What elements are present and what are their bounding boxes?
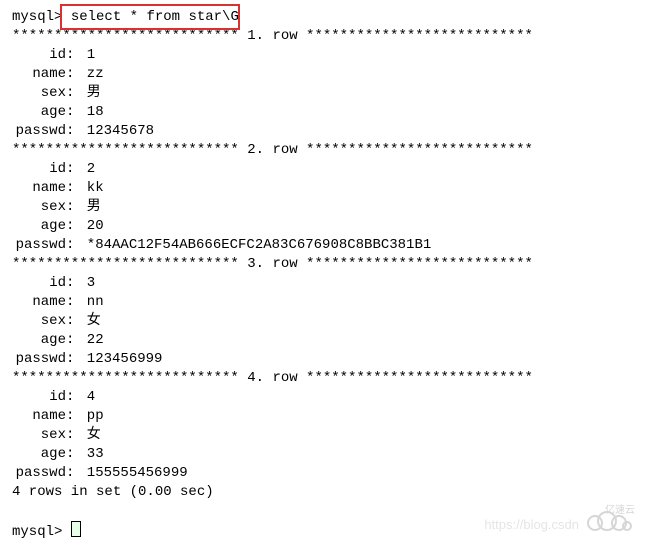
field-value: 20 [78,218,103,234]
colon: : [66,446,78,462]
field-value: nn [78,294,103,310]
field-key: age [12,217,66,236]
field-value: 3 [78,275,95,291]
field-value: 2 [78,161,95,177]
result-field: id: 2 [12,160,637,179]
field-key: id [12,160,66,179]
result-field: sex: 女 [12,426,637,445]
result-field: id: 3 [12,274,637,293]
result-field: id: 1 [12,46,637,65]
field-key: name [12,407,66,426]
field-key: id [12,388,66,407]
brand-logo-text: 亿速云 [605,501,635,520]
colon: : [66,237,78,253]
field-key: sex [12,84,66,103]
field-key: name [12,179,66,198]
colon: : [66,465,78,481]
field-key: id [12,274,66,293]
colon: : [66,408,78,424]
field-key: age [12,103,66,122]
colon: : [66,85,78,101]
colon: : [66,389,78,405]
field-value: zz [78,66,103,82]
colon: : [66,199,78,215]
field-value: 123456999 [78,351,162,367]
prompt-label: mysql> [12,524,62,540]
field-value: 女 [78,313,100,329]
blank-line [12,502,637,521]
field-value: 33 [78,446,103,462]
field-value: 18 [78,104,103,120]
field-key: passwd [12,122,66,141]
field-key: passwd [12,236,66,255]
result-field: passwd: 123456999 [12,350,637,369]
field-key: name [12,293,66,312]
colon: : [66,351,78,367]
colon: : [66,180,78,196]
result-field: age: 18 [12,103,637,122]
next-prompt-line: mysql> [12,521,637,542]
colon: : [66,123,78,139]
query-text: select * from star\G [71,9,239,25]
field-value: 155555456999 [78,465,187,481]
field-value: 男 [78,85,100,101]
field-key: id [12,46,66,65]
result-field: sex: 男 [12,198,637,217]
result-field: name: kk [12,179,637,198]
colon: : [66,294,78,310]
row-separator: *************************** 2. row *****… [12,141,637,160]
result-field: sex: 男 [12,84,637,103]
colon: : [66,313,78,329]
result-field: name: nn [12,293,637,312]
colon: : [66,161,78,177]
field-key: sex [12,198,66,217]
row-separator: *************************** 1. row *****… [12,27,637,46]
prompt-label: mysql> [12,9,62,25]
field-key: passwd [12,350,66,369]
colon: : [66,275,78,291]
result-field: age: 22 [12,331,637,350]
colon: : [66,47,78,63]
result-field: id: 4 [12,388,637,407]
field-key: sex [12,426,66,445]
field-key: sex [12,312,66,331]
result-field: name: zz [12,65,637,84]
field-key: age [12,331,66,350]
field-key: name [12,65,66,84]
colon: : [66,218,78,234]
field-key: age [12,445,66,464]
colon: : [66,66,78,82]
field-value: 男 [78,199,100,215]
query-line: mysql> select * from star\G [12,8,637,27]
summary-line: 4 rows in set (0.00 sec) [12,483,637,502]
result-field: sex: 女 [12,312,637,331]
field-value: *84AAC12F54AB666ECFC2A83C676908C8BBC381B… [78,237,431,253]
colon: : [66,427,78,443]
field-value: 女 [78,427,100,443]
result-field: age: 20 [12,217,637,236]
result-field: passwd: 12345678 [12,122,637,141]
field-value: 1 [78,47,95,63]
field-value: 12345678 [78,123,154,139]
result-field: passwd: *84AAC12F54AB666ECFC2A83C676908C… [12,236,637,255]
row-separator: *************************** 4. row *****… [12,369,637,388]
colon: : [66,104,78,120]
field-value: 4 [78,389,95,405]
field-value: pp [78,408,103,424]
result-field: age: 33 [12,445,637,464]
field-value: 22 [78,332,103,348]
result-rows: *************************** 1. row *****… [12,27,637,483]
result-field: passwd: 155555456999 [12,464,637,483]
colon: : [66,332,78,348]
row-separator: *************************** 3. row *****… [12,255,637,274]
cursor-icon[interactable] [71,521,81,537]
result-field: name: pp [12,407,637,426]
field-key: passwd [12,464,66,483]
field-value: kk [78,180,103,196]
